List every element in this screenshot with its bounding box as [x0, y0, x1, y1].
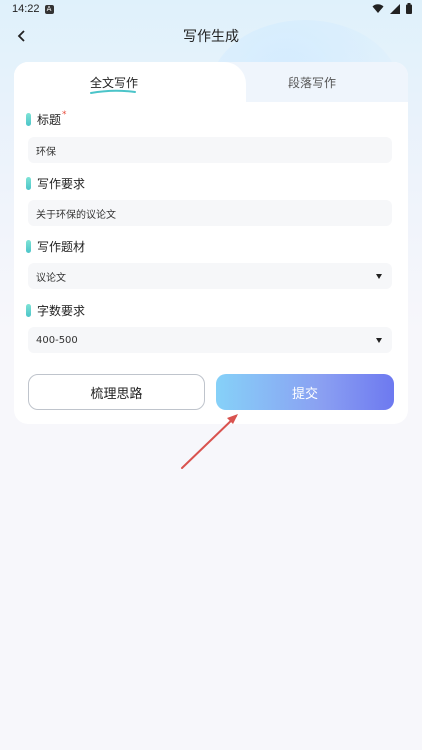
- outline-ideas-button[interactable]: 梳理思路: [28, 374, 205, 410]
- title-input[interactable]: 环保: [28, 137, 392, 163]
- genre-field-label: 写作题材: [26, 238, 85, 255]
- caret-down-icon: [376, 337, 382, 343]
- back-button[interactable]: [10, 24, 34, 48]
- title-input-value: 环保: [36, 146, 56, 158]
- wifi-icon: [372, 3, 384, 17]
- annotation-arrow: [181, 414, 238, 469]
- requirement-input[interactable]: 关于环保的议论文: [28, 200, 392, 226]
- genre-select-value: 议论文: [36, 272, 66, 284]
- word-count-select-value: 400-500: [36, 334, 78, 346]
- genre-label-text: 写作题材: [37, 240, 86, 254]
- status-notification-badge: A: [44, 4, 54, 14]
- word-count-label-text: 字数要求: [37, 304, 86, 318]
- page-title: 写作生成: [183, 29, 239, 45]
- requirement-label-text: 写作要求: [37, 177, 86, 191]
- caret-down-icon: [376, 273, 382, 279]
- label-marker: [26, 304, 31, 317]
- tab-paragraph-writing[interactable]: 段落写作: [288, 74, 336, 91]
- word-count-field-label: 字数要求: [26, 302, 85, 319]
- status-time: 14:22: [12, 3, 40, 15]
- genre-select[interactable]: 议论文: [28, 263, 392, 289]
- label-marker: [26, 240, 31, 253]
- word-count-select[interactable]: 400-500: [28, 327, 392, 353]
- label-marker: [26, 113, 31, 126]
- title-label-text: 标题: [37, 113, 62, 127]
- requirement-field-label: 写作要求: [26, 175, 85, 192]
- label-marker: [26, 177, 31, 190]
- page-header: 写作生成: [0, 18, 422, 54]
- status-bar: 14:22 A: [0, 0, 422, 18]
- submit-button[interactable]: 提交: [216, 374, 394, 410]
- title-field-label: 标题 *: [26, 109, 72, 128]
- battery-icon: [406, 3, 412, 17]
- chevron-left-icon: [17, 27, 27, 46]
- status-icons: [372, 3, 412, 17]
- active-tab-underline: [90, 89, 136, 94]
- tab-bar: 全文写作 段落写作: [14, 62, 408, 102]
- required-mark: *: [62, 109, 67, 120]
- requirement-input-value: 关于环保的议论文: [36, 209, 116, 221]
- signal-icon: [390, 3, 400, 17]
